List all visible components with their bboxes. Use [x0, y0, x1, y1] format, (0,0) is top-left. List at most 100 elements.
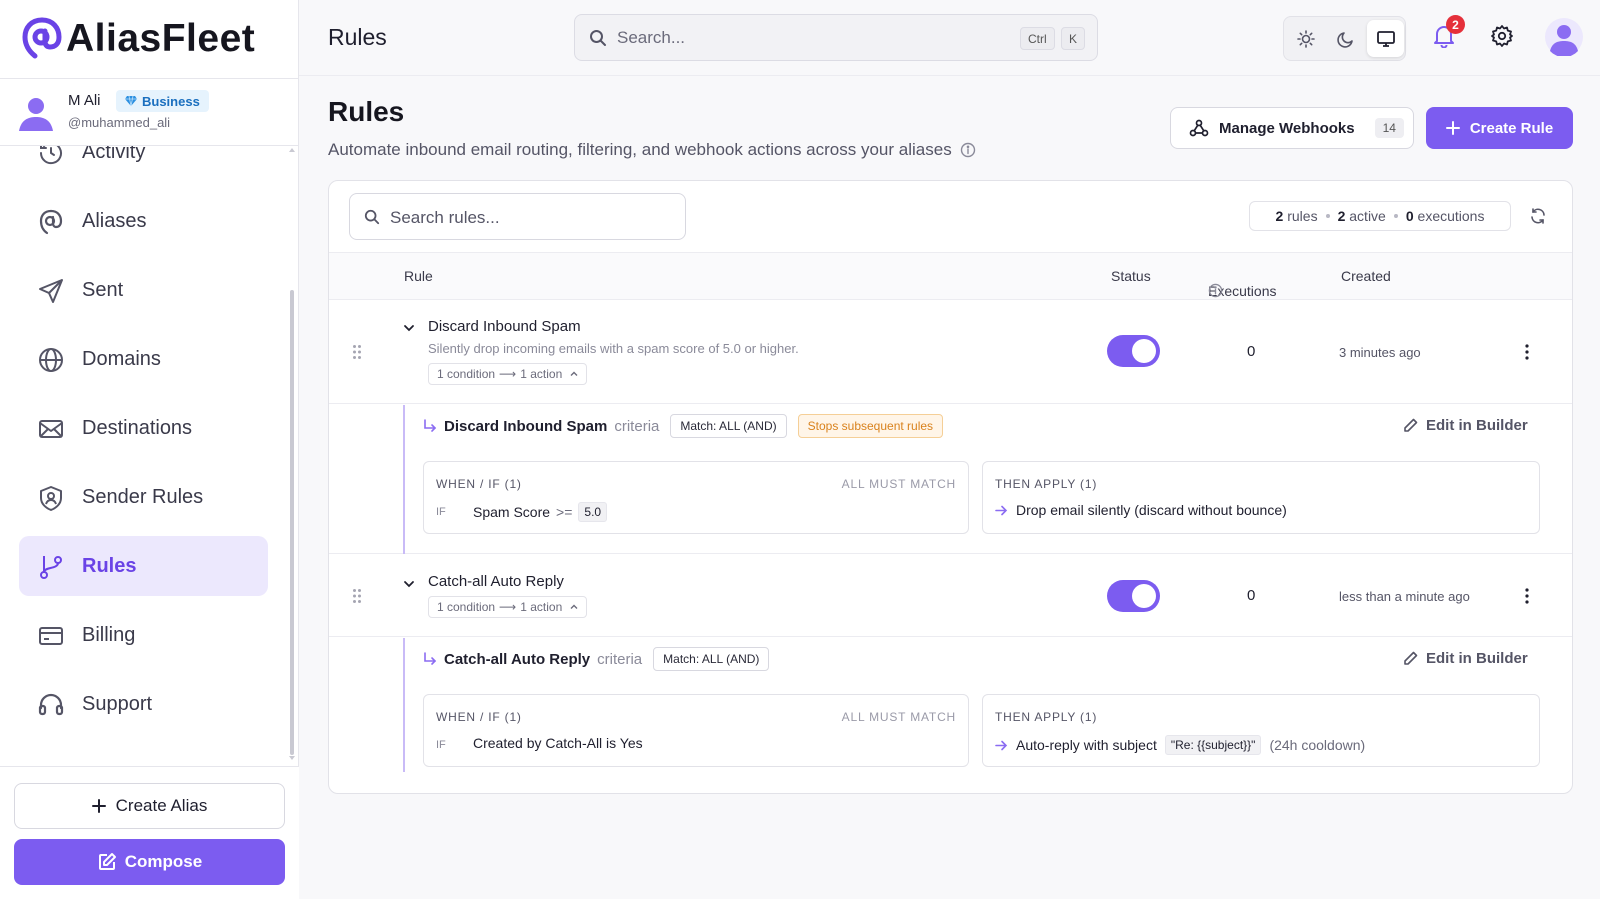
action-item[interactable]: Auto-reply with subject "Re: {{subject}}… — [995, 735, 1365, 755]
rule-summary-toggle[interactable]: 1 condition ⟶ 1 action — [428, 596, 588, 618]
sidebar-item-rules[interactable]: Rules — [19, 536, 268, 596]
compose-button[interactable]: Compose — [14, 839, 285, 885]
edit-in-builder-button[interactable]: Edit in Builder — [1403, 417, 1528, 434]
plus-icon — [1445, 121, 1460, 135]
edit-in-builder-button[interactable]: Edit in Builder — [1403, 650, 1528, 667]
table-row[interactable]: Discard Inbound Spam Silently drop incom… — [329, 300, 1572, 404]
diamond-icon — [124, 95, 138, 107]
toggle-knob — [1132, 339, 1156, 363]
rule-executions: 0 — [1247, 587, 1256, 604]
manage-webhooks-button[interactable]: Manage Webhooks 14 — [1170, 107, 1414, 149]
mail-icon — [37, 415, 65, 443]
search-placeholder: Search... — [617, 28, 686, 47]
settings-button[interactable] — [1490, 24, 1514, 48]
user-profile[interactable]: M Ali Business @muhammed_ali — [0, 78, 299, 146]
sidebar-item-label: Sender Rules — [82, 485, 204, 508]
drag-handle-icon[interactable] — [352, 588, 362, 604]
drag-handle-icon[interactable] — [352, 344, 362, 360]
theme-switcher — [1283, 16, 1406, 61]
column-rule[interactable]: Rule — [404, 268, 433, 284]
then-header: THEN APPLY (1) — [995, 477, 1098, 491]
rules-search-input[interactable]: Search rules... — [349, 193, 686, 240]
rule-name[interactable]: Discard Inbound Spam — [428, 318, 581, 335]
corner-arrow-icon — [423, 652, 437, 666]
condition-text: Created by Catch-All is Yes — [473, 735, 643, 751]
more-options-icon[interactable] — [1524, 343, 1530, 361]
sidebar-item-domains[interactable]: Domains — [19, 329, 268, 389]
summary-arrow: ⟶ — [499, 367, 517, 381]
action-item[interactable]: Drop email silently (discard without bou… — [995, 502, 1287, 518]
corner-arrow-icon — [423, 419, 437, 433]
logo-icon — [22, 16, 62, 62]
active-count-stat: 2 active — [1338, 208, 1386, 224]
rule-detail: Discard Inbound Spam criteria Match: ALL… — [329, 405, 1572, 554]
sidebar-item-label: Billing — [82, 623, 136, 646]
sidebar-item-billing[interactable]: Billing — [19, 605, 268, 665]
sidebar-item-support[interactable]: Support — [19, 674, 268, 734]
rule-name[interactable]: Catch-all Auto Reply — [428, 573, 564, 590]
history-icon — [37, 146, 65, 167]
sidebar-item-aliases[interactable]: Aliases — [19, 191, 268, 251]
refresh-button[interactable] — [1529, 207, 1547, 225]
sidebar-scroll-thumb[interactable] — [290, 290, 294, 755]
brand-name: AliasFleet — [66, 17, 256, 60]
create-rule-button[interactable]: Create Rule — [1426, 107, 1573, 149]
system-theme-button[interactable] — [1367, 20, 1404, 57]
match-mode-badge: Match: ALL (AND) — [653, 647, 770, 671]
sidebar-item-activity[interactable]: Activity — [19, 146, 268, 182]
monitor-icon — [1376, 30, 1396, 48]
table-row[interactable]: Catch-all Auto Reply 1 condition ⟶ 1 act… — [329, 554, 1572, 637]
stops-rules-badge: Stops subsequent rules — [797, 414, 944, 438]
avatar — [16, 93, 56, 133]
condition-field: Spam Score — [473, 504, 551, 520]
sidebar: AliasFleet M Ali Business @muhammed_ali … — [0, 0, 299, 899]
more-options-icon[interactable] — [1524, 587, 1530, 605]
actions-box: THEN APPLY (1) Drop email silently (disc… — [982, 461, 1540, 534]
plan-label: Business — [142, 93, 200, 109]
condition-item[interactable]: Spam Score >= 5.0 — [473, 502, 608, 522]
shortcut-ctrl-key: Ctrl — [1020, 27, 1055, 50]
rule-created: 3 minutes ago — [1339, 345, 1421, 360]
separator-dot — [1393, 214, 1398, 218]
create-rule-label: Create Rule — [1469, 119, 1554, 137]
sidebar-item-sent[interactable]: Sent — [19, 260, 268, 320]
rule-enabled-toggle[interactable] — [1107, 580, 1160, 612]
rule-summary-toggle[interactable]: 1 condition ⟶ 1 action — [428, 363, 588, 385]
chevron-down-icon[interactable] — [403, 322, 415, 334]
sidebar-item-sender-rules[interactable]: Sender Rules — [19, 467, 268, 527]
column-created[interactable]: Created — [1341, 268, 1391, 284]
chevron-up-icon — [570, 603, 578, 611]
chevron-down-icon[interactable] — [403, 578, 415, 590]
info-icon[interactable] — [960, 142, 976, 158]
conditions-box: WHEN / IF (1) ALL MUST MATCH IF Created … — [423, 694, 969, 767]
rules-count-label: rules — [1287, 208, 1318, 224]
user-avatar-button[interactable] — [1545, 18, 1583, 56]
condition-value: 5.0 — [578, 502, 608, 522]
rule-enabled-toggle[interactable] — [1107, 335, 1160, 367]
criteria-rule-name: Catch-all Auto Reply — [444, 650, 591, 668]
create-alias-button[interactable]: Create Alias — [14, 783, 285, 829]
sidebar-item-label: Domains — [82, 347, 161, 370]
notification-count-badge: 2 — [1446, 15, 1465, 34]
sidebar-item-label: Activity — [82, 146, 146, 163]
info-icon[interactable] — [1208, 283, 1223, 298]
dark-theme-button[interactable] — [1327, 20, 1364, 57]
criteria-header: Catch-all Auto Reply criteria Match: ALL… — [423, 646, 770, 672]
executions-count-label: executions — [1417, 208, 1485, 224]
global-search-input[interactable]: Search... Ctrl K — [574, 14, 1098, 61]
globe-icon — [37, 346, 65, 374]
action-cooldown: (24h cooldown) — [1269, 737, 1366, 753]
condition-item[interactable]: Created by Catch-All is Yes — [473, 735, 643, 751]
rules-card: Search rules... 2 rules 2 active 0 execu… — [328, 180, 1573, 794]
match-mode-badge: Match: ALL (AND) — [670, 414, 787, 438]
column-status[interactable]: Status — [1111, 268, 1151, 284]
rules-count: 2 — [1275, 208, 1284, 224]
headset-icon — [37, 691, 65, 719]
sidebar-item-destinations[interactable]: Destinations — [19, 398, 268, 458]
refresh-icon — [1529, 207, 1547, 225]
brand-logo[interactable]: AliasFleet — [22, 14, 255, 64]
light-theme-button[interactable] — [1287, 20, 1324, 57]
rule-detail: Catch-all Auto Reply criteria Match: ALL… — [329, 638, 1572, 793]
rules-count-stat: 2 rules — [1276, 208, 1318, 224]
sidebar-actions: Create Alias Compose — [0, 766, 299, 899]
